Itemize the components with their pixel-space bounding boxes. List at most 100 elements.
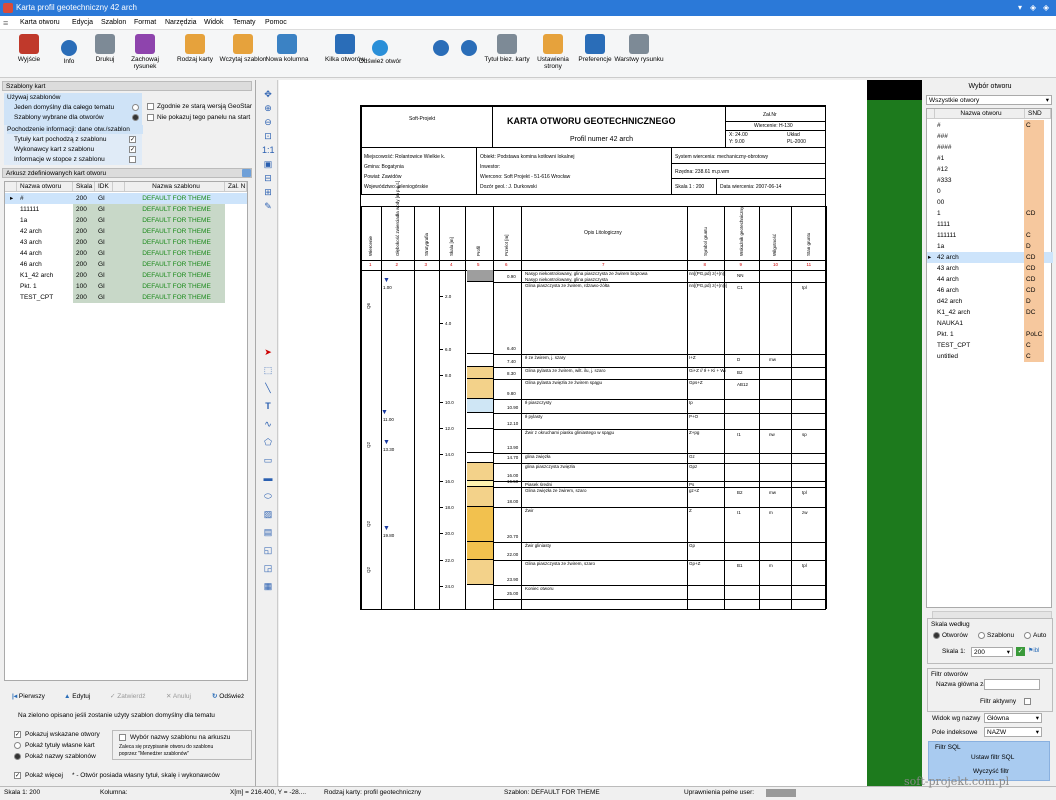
sheet-settings-icon[interactable]	[242, 169, 251, 177]
preferencje-button[interactable]: Preferencje	[570, 34, 620, 76]
sql-set-button[interactable]: Ustaw filtr SQL	[971, 753, 1014, 762]
zoom-width-icon[interactable]: ⊟	[262, 172, 274, 184]
menu-edycja[interactable]: Edycja	[72, 19, 93, 26]
polygon-icon[interactable]: ⬠	[262, 436, 274, 448]
hole-row[interactable]: NAUKA1	[927, 318, 1053, 329]
menu-widok[interactable]: Widok	[204, 19, 223, 26]
hole-row[interactable]: TEST_CPT C	[927, 340, 1053, 351]
hide-panel-checkbox[interactable]	[147, 114, 154, 121]
holes-hdr-snd[interactable]: SND	[1025, 109, 1051, 119]
zoom-page-icon[interactable]: ▣	[262, 158, 274, 170]
hole-row[interactable]: 1111	[927, 219, 1053, 230]
zachowaj-rysunek-button[interactable]: Zachowaj rysunek	[120, 34, 170, 76]
text-icon[interactable]: T	[262, 400, 274, 412]
hole-row[interactable]: 44 arch CD	[927, 274, 1053, 285]
hole-row[interactable]: 42 arch CD ▸	[927, 252, 1053, 263]
hole-row[interactable]: 43 arch CD	[927, 263, 1053, 274]
maximize-button[interactable]: ◈	[1030, 3, 1036, 12]
zoom-11-icon[interactable]: 1:1	[262, 144, 275, 156]
refresh-button[interactable]: ↻ Odśwież	[212, 692, 244, 701]
table-row[interactable]: K1_42 arch 200 GI DEFAULT FOR THEME	[5, 270, 247, 281]
menu-karta[interactable]: Karta otworu	[20, 19, 60, 26]
header-scale[interactable]: Skala	[73, 182, 95, 192]
image-icon[interactable]: ▨	[262, 508, 274, 520]
pipette-icon[interactable]: ✎	[262, 200, 274, 212]
name-contains-input[interactable]	[984, 679, 1040, 690]
minimize-button[interactable]: ▾	[1018, 3, 1022, 12]
zoom-in-icon[interactable]: ⊕	[262, 102, 274, 114]
hole-row[interactable]: #333	[927, 175, 1053, 186]
hole-row[interactable]: # C	[927, 120, 1053, 131]
zoom-fit-icon[interactable]: ⊡	[262, 130, 274, 142]
choose-sheet-checkbox[interactable]	[119, 734, 126, 741]
hole-row[interactable]: 0	[927, 186, 1053, 197]
cancel-button[interactable]: ✕ Anuluj	[166, 692, 191, 701]
menu-narzedzia[interactable]: Narzędzia	[165, 19, 197, 26]
pointer-icon[interactable]: ➤	[262, 346, 274, 358]
edit-button[interactable]: ▲ Edytuj	[64, 692, 90, 701]
odśwież-otwór-button[interactable]: Odśwież otwór	[355, 34, 405, 76]
table-row[interactable]: 46 arch 200 GI DEFAULT FOR THEME	[5, 259, 247, 270]
wczytaj-szablon-button[interactable]: Wczytaj szablon	[218, 34, 268, 76]
show-more-checkbox[interactable]: ✓	[14, 772, 21, 779]
hole-row[interactable]: ###	[927, 131, 1053, 142]
table-row[interactable]: 43 arch 200 GI DEFAULT FOR THEME	[5, 237, 247, 248]
scale-input[interactable]: 200 ▾	[971, 647, 1013, 657]
filled-rect-icon[interactable]: ▬	[262, 472, 274, 484]
tytuł-biez-karty-button[interactable]: Tytuł biez. karty	[482, 34, 532, 76]
select-rect-icon[interactable]: ⬚	[262, 364, 274, 376]
executors-checkbox[interactable]: ✓	[129, 146, 136, 153]
titles-checkbox[interactable]: ✓	[129, 136, 136, 143]
group-icon[interactable]: ▦	[262, 580, 274, 592]
line-icon[interactable]: ╲	[262, 382, 274, 394]
menu-szablon[interactable]: Szablon	[101, 19, 126, 26]
show-holes-checkbox[interactable]: ✓	[14, 731, 21, 738]
holes-hdr-name[interactable]: Nazwa otworu	[935, 109, 1025, 119]
hole-row[interactable]: 1a D	[927, 241, 1053, 252]
scale-holes-radio[interactable]	[933, 632, 940, 639]
compat-checkbox[interactable]	[147, 103, 154, 110]
hole-row[interactable]: Pkt. 1 PoLC	[927, 329, 1053, 340]
ellipse-icon[interactable]: ⬭	[262, 490, 274, 502]
hole-row[interactable]: #12	[927, 164, 1053, 175]
move-icon[interactable]: ✥	[262, 88, 274, 100]
header-zal[interactable]: Zal. N	[225, 182, 247, 192]
table-row[interactable]: 111111 200 GI DEFAULT FOR THEME	[5, 204, 247, 215]
menu-format[interactable]: Format	[134, 19, 156, 26]
holes-filter-select[interactable]: Wszystkie otwory ▾	[926, 95, 1052, 105]
table-row[interactable]: TEST_CPT 200 GI DEFAULT FOR THEME	[5, 292, 247, 303]
pole-select[interactable]: NAZW ▾	[984, 727, 1042, 737]
filter-active-checkbox[interactable]	[1024, 698, 1031, 705]
rectangle-icon[interactable]: ▭	[262, 454, 274, 466]
header-name[interactable]: Nazwa otworu	[17, 182, 73, 192]
hole-row[interactable]: 1 CD	[927, 208, 1053, 219]
menu-tematy[interactable]: Tematy	[233, 19, 256, 26]
frame-icon[interactable]: ▤	[262, 526, 274, 538]
hole-row[interactable]: ####	[927, 142, 1053, 153]
scale-template-radio[interactable]	[978, 632, 985, 639]
apply-scale-icon[interactable]: ✓	[1016, 647, 1025, 656]
curve-icon[interactable]: ∿	[262, 418, 274, 430]
table-row[interactable]: 44 arch 200 GI DEFAULT FOR THEME	[5, 248, 247, 259]
close-window-button[interactable]: ◈	[1043, 3, 1049, 12]
show-names-radio[interactable]	[14, 753, 21, 760]
zoom-out-icon[interactable]: ⊖	[262, 116, 274, 128]
table-row[interactable]: 1a 200 GI DEFAULT FOR THEME	[5, 215, 247, 226]
first-button[interactable]: |◂ Pierwszy	[12, 692, 45, 701]
hole-row[interactable]: d42 arch D	[927, 296, 1053, 307]
scale-flag-icon[interactable]: ⚑ibl	[1028, 647, 1046, 656]
radio-selected[interactable]	[132, 114, 139, 121]
footer-checkbox[interactable]	[129, 156, 136, 163]
radio-one-default[interactable]	[132, 104, 139, 111]
table-row[interactable]: #200 GI DEFAULT FOR THEME ▸	[5, 193, 247, 204]
header-idk[interactable]: IDK	[95, 182, 113, 192]
layer-up-icon[interactable]: ◱	[262, 544, 274, 556]
layer-down-icon[interactable]: ◲	[262, 562, 274, 574]
show-titles-radio[interactable]	[14, 742, 21, 749]
confirm-button[interactable]: ✓ Zatwierdź	[110, 692, 145, 701]
hole-row[interactable]: 46 arch CD	[927, 285, 1053, 296]
hole-row[interactable]: untitled C	[927, 351, 1053, 362]
warstwy-rysunku-button[interactable]: Warstwy rysunku	[614, 34, 664, 76]
scale-auto-radio[interactable]	[1024, 632, 1031, 639]
hole-row[interactable]: 00	[927, 197, 1053, 208]
